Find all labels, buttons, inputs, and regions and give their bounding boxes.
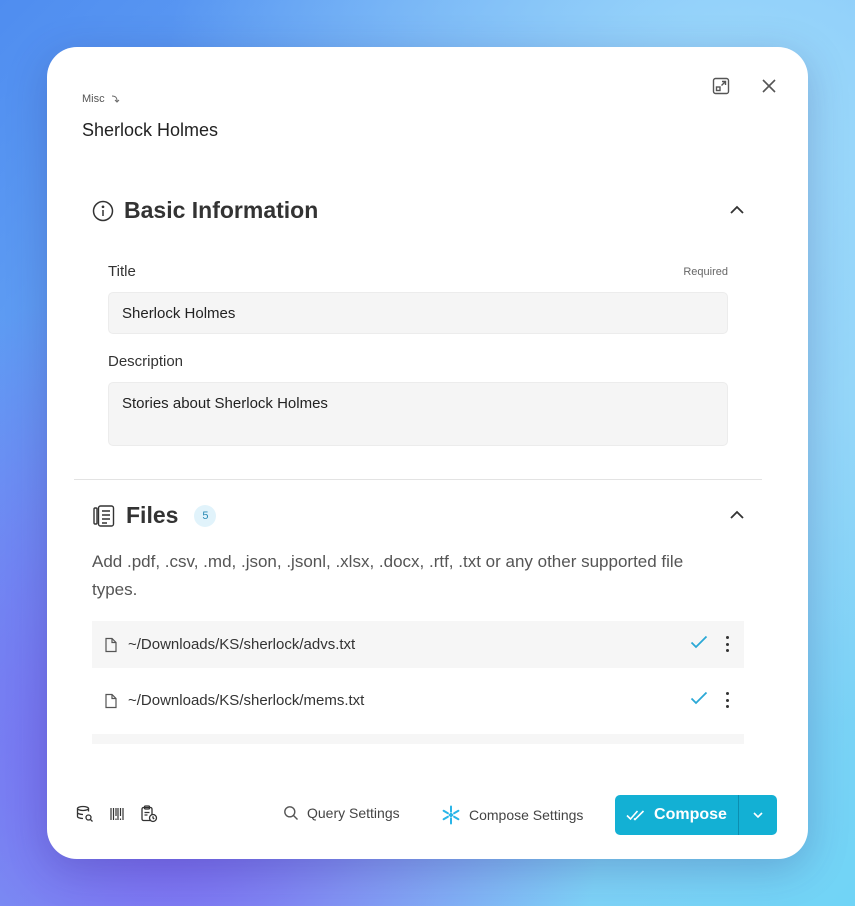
basic-information-title: Basic Information	[124, 197, 319, 223]
info-icon	[92, 200, 114, 221]
compose-dropdown-button[interactable]	[739, 795, 777, 835]
query-settings-button[interactable]: Query Settings	[283, 805, 400, 821]
page-title: Sherlock Holmes	[82, 120, 219, 140]
breadcrumb-label: Misc	[82, 93, 105, 105]
barcode-icon	[110, 808, 124, 820]
basic-information-collapse-button[interactable]	[726, 199, 748, 221]
more-options-button[interactable]	[722, 634, 732, 654]
clipboard-clock-button[interactable]	[139, 804, 159, 824]
snowflake-icon	[442, 805, 460, 825]
files-header[interactable]: Files 5	[92, 502, 217, 529]
query-settings-label: Query Settings	[307, 805, 400, 821]
check-icon	[690, 691, 708, 705]
file-icon	[105, 693, 117, 708]
description-textarea[interactable]: Stories about Sherlock Holmes	[108, 382, 728, 446]
modal-dialog: Misc Sherlock Holmes Basic Information T…	[47, 47, 808, 859]
compose-button[interactable]: Compose	[615, 795, 738, 835]
file-path: ~/Downloads/KS/sherlock/advs.txt	[128, 636, 356, 653]
compose-settings-button[interactable]: Compose Settings	[441, 805, 583, 825]
compose-label: Compose	[654, 806, 727, 823]
chevron-down-icon	[753, 812, 763, 819]
close-icon	[762, 79, 776, 93]
footer-tools	[75, 804, 159, 824]
file-row[interactable]	[92, 734, 744, 744]
title-label: Title	[108, 263, 136, 280]
file-row[interactable]: ~/Downloads/KS/sherlock/mems.txt	[92, 677, 744, 724]
title-input[interactable]	[108, 292, 728, 334]
check-icon	[690, 635, 708, 649]
return-arrow-icon	[111, 95, 119, 103]
file-path: ~/Downloads/KS/sherlock/mems.txt	[128, 692, 365, 709]
file-icon	[105, 637, 117, 652]
compose-settings-label: Compose Settings	[469, 807, 584, 823]
section-divider	[74, 479, 762, 480]
required-label: Required	[683, 266, 728, 278]
files-description: Add .pdf, .csv, .md, .json, .jsonl, .xls…	[92, 552, 684, 599]
chevron-up-icon	[730, 510, 744, 519]
close-button[interactable]	[758, 75, 780, 97]
window-controls	[710, 75, 780, 97]
footer-toolbar: Query Settings Compose Settings Compose	[47, 795, 808, 835]
double-check-icon	[626, 810, 645, 821]
files-title: Files	[126, 502, 179, 528]
more-options-button[interactable]	[722, 690, 732, 710]
database-search-icon	[76, 805, 93, 822]
files-icon	[93, 504, 115, 527]
basic-information-header[interactable]: Basic Information	[92, 197, 318, 224]
breadcrumb[interactable]: Misc	[82, 93, 120, 105]
expand-button[interactable]	[710, 75, 732, 97]
files-count-badge: 5	[194, 504, 217, 527]
files-collapse-button[interactable]	[726, 504, 748, 526]
clipboard-clock-icon	[141, 805, 158, 823]
search-icon	[284, 806, 298, 820]
chevron-up-icon	[730, 205, 744, 214]
barcode-button[interactable]	[107, 804, 127, 824]
database-search-button[interactable]	[75, 804, 95, 824]
compose-button-group: Compose	[615, 795, 777, 835]
file-row[interactable]: ~/Downloads/KS/sherlock/advs.txt	[92, 621, 744, 668]
description-label: Description	[108, 353, 184, 370]
expand-icon	[712, 77, 730, 95]
